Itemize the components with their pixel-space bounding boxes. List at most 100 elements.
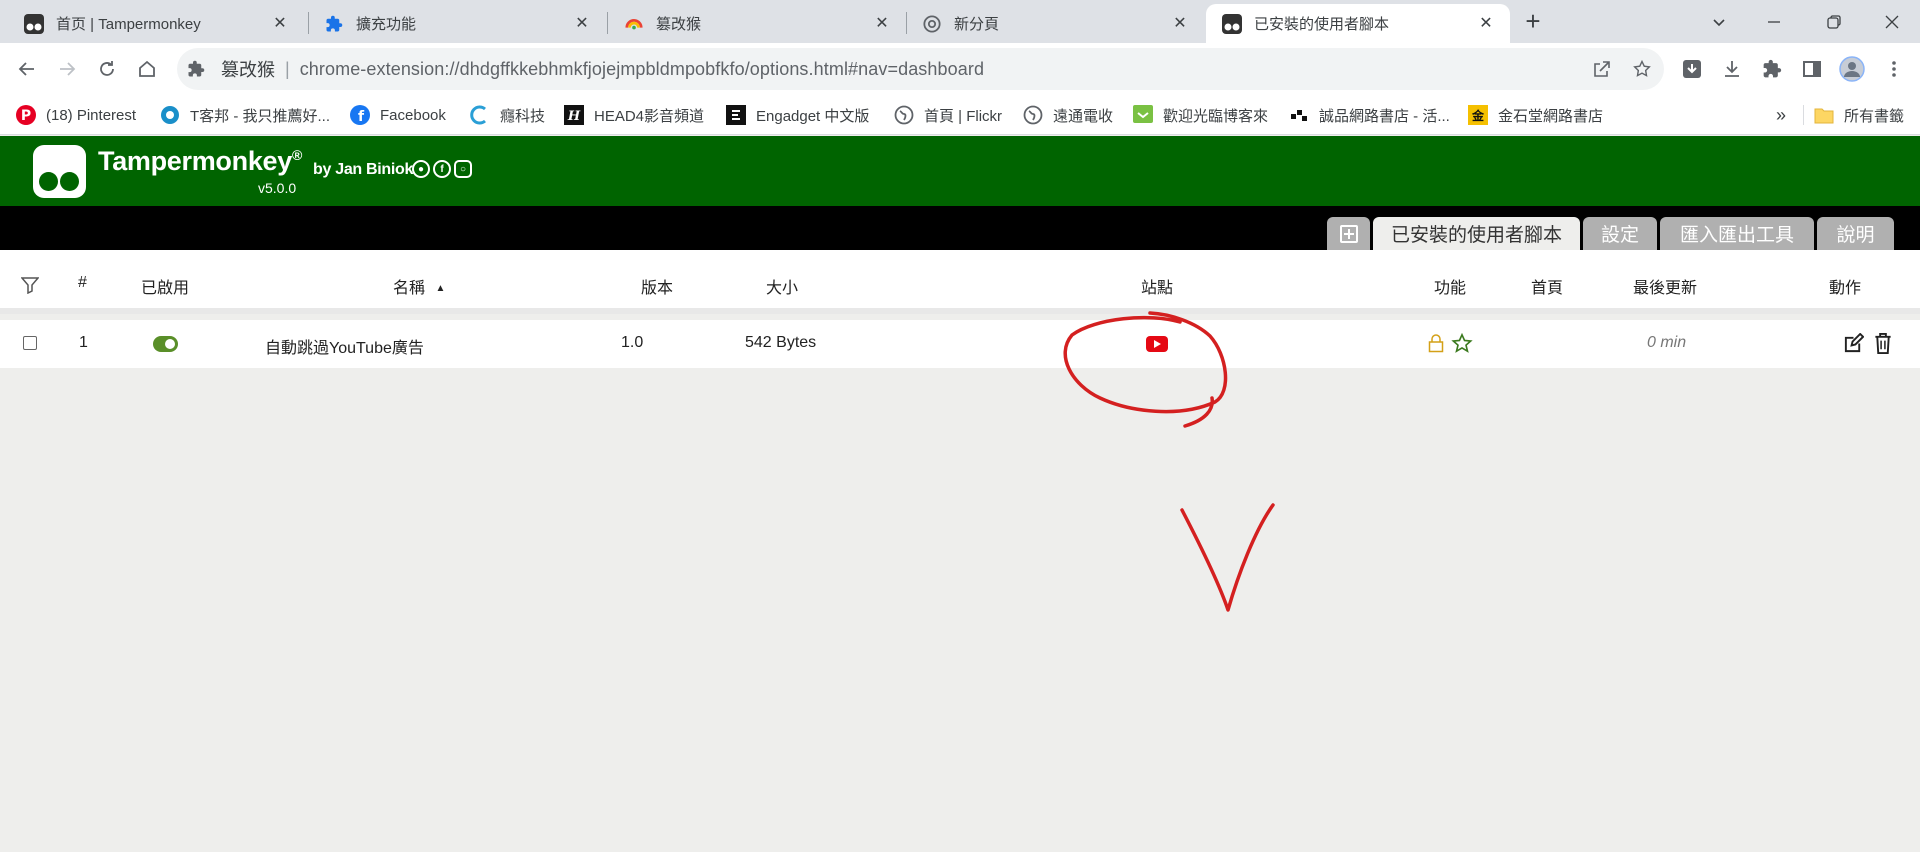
- close-window-button[interactable]: [1864, 0, 1920, 43]
- menu-button[interactable]: [1880, 55, 1908, 83]
- kingstone-icon: 金: [1468, 105, 1488, 125]
- tab-settings[interactable]: 設定: [1583, 217, 1657, 250]
- browser-tab-webstore[interactable]: 篡改猴 ✕: [602, 4, 906, 43]
- browser-tab-tampermonkey-home[interactable]: 首页 | Tampermonkey ✕: [0, 4, 304, 43]
- column-last-updated[interactable]: 最後更新: [1633, 274, 1697, 298]
- minimize-button[interactable]: [1746, 0, 1802, 43]
- close-icon[interactable]: ✕: [872, 14, 892, 34]
- download-icon: [1725, 61, 1739, 77]
- svg-text:H: H: [567, 109, 581, 124]
- edit-icon[interactable]: [1843, 332, 1865, 359]
- profile-avatar[interactable]: [1838, 55, 1866, 83]
- back-button[interactable]: [13, 55, 41, 83]
- reload-button[interactable]: [93, 55, 121, 83]
- download-box-icon: [1683, 60, 1701, 78]
- script-size: 542 Bytes: [745, 334, 817, 351]
- bookmark-pinterest[interactable]: P (18) Pinterest: [16, 103, 136, 127]
- brand-text: Tampermonkey: [98, 146, 292, 176]
- browser-tab-title: 首页 | Tampermonkey: [56, 16, 201, 33]
- column-homepage[interactable]: 首頁: [1531, 274, 1563, 298]
- all-bookmarks-folder[interactable]: 所有書籤: [1814, 103, 1904, 127]
- browser-tab-title: 篡改猴: [656, 16, 702, 33]
- lock-icon: [1428, 333, 1444, 358]
- bookmark-star-button[interactable]: [1628, 55, 1656, 83]
- trash-icon[interactable]: [1874, 333, 1892, 359]
- tab-help[interactable]: 說明: [1817, 217, 1894, 250]
- filter-icon[interactable]: [20, 276, 40, 299]
- restore-button[interactable]: [1806, 0, 1862, 43]
- bookmark-kingstone[interactable]: 金 金石堂網路書店: [1468, 103, 1603, 127]
- bookmark-books[interactable]: 歡迎光臨博客來: [1133, 103, 1268, 127]
- new-script-button[interactable]: [1327, 217, 1370, 250]
- column-sites[interactable]: 站點: [1141, 274, 1173, 298]
- table-row: 1 自動跳過YouTube廣告 1.0 542 Bytes 0 min: [0, 320, 1920, 368]
- home-button[interactable]: [133, 55, 161, 83]
- browser-tab-extensions[interactable]: 擴充功能 ✕: [302, 4, 606, 43]
- browser-tab-new-tab[interactable]: 新分頁 ✕: [900, 4, 1204, 43]
- eslite-icon: [1289, 105, 1309, 125]
- bookmark-label: (18) Pinterest: [46, 106, 137, 124]
- row-select-checkbox[interactable]: [23, 336, 37, 350]
- facebook-icon: f: [350, 105, 370, 125]
- last-updated-value: 0 min: [1647, 334, 1687, 351]
- tab-search-button[interactable]: [1691, 0, 1747, 43]
- globe-icon: [894, 105, 914, 125]
- script-name-link[interactable]: 自動跳過YouTube廣告: [265, 334, 424, 358]
- bookmarks-overflow-button[interactable]: »: [1776, 103, 1786, 127]
- arrow-left-icon: [18, 62, 34, 76]
- bookmark-head4[interactable]: H HEAD4影音頻道: [564, 103, 704, 127]
- facebook-icon[interactable]: f: [433, 160, 451, 178]
- instagram-icon[interactable]: ○: [454, 160, 472, 178]
- bookmark-tkb[interactable]: T客邦 - 我只推薦好...: [160, 103, 330, 127]
- column-num[interactable]: #: [78, 274, 87, 292]
- github-icon[interactable]: ●: [412, 160, 430, 178]
- side-panel-button[interactable]: [1798, 55, 1826, 83]
- home-icon: [139, 60, 155, 77]
- bookmark-cool3c[interactable]: 癮科技: [470, 103, 545, 127]
- close-icon[interactable]: ✕: [1170, 14, 1190, 34]
- registered-mark: ®: [291, 147, 302, 163]
- tab-installed-scripts[interactable]: 已安裝的使用者腳本: [1373, 217, 1580, 250]
- chevron-down-icon: [1713, 18, 1725, 26]
- cool3c-icon: [470, 105, 490, 125]
- close-icon[interactable]: ✕: [270, 14, 290, 34]
- pinterest-icon: P: [16, 105, 36, 125]
- close-icon[interactable]: ✕: [572, 14, 592, 34]
- svg-text:金: 金: [1471, 108, 1485, 123]
- bookmark-engadget[interactable]: Engadget 中文版: [726, 103, 869, 127]
- address-separator: |: [285, 58, 290, 79]
- browser-tab-title: 新分頁: [954, 16, 1000, 33]
- tampermonkey-logo: [33, 145, 86, 198]
- tab-utilities[interactable]: 匯入匯出工具: [1660, 217, 1814, 250]
- download-ext-button[interactable]: [1678, 55, 1706, 83]
- browser-tab-strip: 首页 | Tampermonkey ✕ 擴充功能 ✕ 篡改猴 ✕ 新分頁 ✕ 已…: [0, 0, 1920, 43]
- puzzle-icon: [187, 59, 207, 79]
- chrome-icon: [922, 14, 942, 34]
- forward-button[interactable]: [53, 55, 81, 83]
- youtube-icon[interactable]: [1146, 336, 1168, 352]
- column-name[interactable]: 名稱 ▲: [393, 274, 445, 298]
- browser-tab-installed-scripts[interactable]: 已安裝的使用者腳本 ✕: [1206, 4, 1510, 43]
- bookmark-fetc[interactable]: 遠通電收: [1023, 103, 1113, 127]
- extensions-button[interactable]: [1758, 55, 1786, 83]
- arrow-right-icon: [60, 62, 76, 76]
- address-bar[interactable]: 篡改猴 | chrome-extension://dhdgffkkebhmkfj…: [177, 48, 1664, 90]
- bookmark-label: 首頁 | Flickr: [924, 107, 1003, 125]
- downloads-button[interactable]: [1718, 55, 1746, 83]
- share-button[interactable]: [1588, 55, 1616, 83]
- side-panel-icon: [1803, 61, 1821, 77]
- new-tab-button[interactable]: +: [1519, 8, 1547, 36]
- bookmark-eslite[interactable]: 誠品網路書店 - 活...: [1289, 103, 1450, 127]
- bookmark-flickr[interactable]: 首頁 | Flickr: [894, 103, 1002, 127]
- author-credit: by Jan Biniok: [313, 161, 414, 178]
- column-actions: 動作: [1829, 280, 1862, 297]
- column-enabled[interactable]: 已啟用: [141, 274, 189, 298]
- column-version[interactable]: 版本: [641, 274, 673, 298]
- avatar-icon: [1839, 56, 1865, 82]
- close-icon[interactable]: ✕: [1476, 14, 1496, 34]
- enabled-toggle[interactable]: [153, 336, 178, 352]
- address-site-name: 篡改猴: [221, 60, 275, 80]
- column-size[interactable]: 大小: [766, 274, 798, 298]
- column-features[interactable]: 功能: [1434, 274, 1466, 298]
- bookmark-facebook[interactable]: f Facebook: [350, 103, 446, 127]
